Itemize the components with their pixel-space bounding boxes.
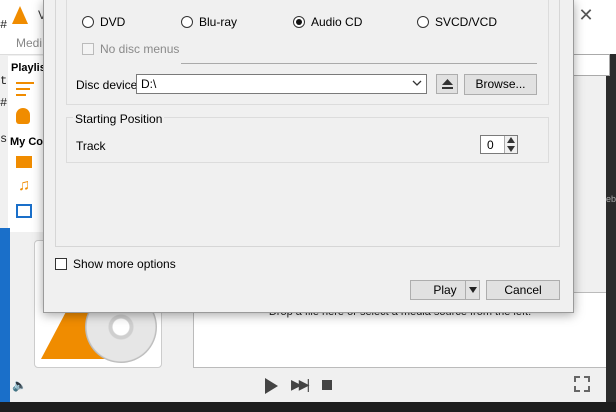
radio-circle[interactable] bbox=[181, 16, 193, 28]
vlc-logo-icon bbox=[12, 6, 28, 24]
separator-line bbox=[181, 63, 537, 64]
radio-audio-cd[interactable]: Audio CD bbox=[293, 15, 362, 29]
main-close-icon[interactable]: ✕ bbox=[576, 5, 596, 25]
play-icon[interactable] bbox=[265, 378, 278, 394]
browse-button[interactable]: Browse... bbox=[464, 74, 537, 95]
music-icon[interactable]: ♫ bbox=[18, 178, 30, 194]
track-label: Track bbox=[76, 139, 106, 153]
no-disc-menus-label: No disc menus bbox=[100, 42, 180, 56]
media-library-icon[interactable] bbox=[16, 108, 30, 124]
next-icon[interactable]: ▶▶| bbox=[291, 376, 310, 393]
track-value: 0 bbox=[487, 138, 494, 152]
play-dropdown-button[interactable] bbox=[465, 280, 480, 300]
eject-button[interactable] bbox=[436, 74, 458, 94]
radio-svcd-label: SVCD/VCD bbox=[435, 15, 498, 29]
disc-device-value: D:\ bbox=[141, 77, 157, 91]
radio-dvd-label: DVD bbox=[100, 15, 126, 29]
radio-circle[interactable] bbox=[82, 16, 94, 28]
volume-icon[interactable]: 🔈 bbox=[12, 378, 27, 392]
radio-svcd-vcd[interactable]: SVCD/VCD bbox=[417, 15, 497, 29]
checkbox-box[interactable] bbox=[82, 43, 94, 55]
spin-up-icon[interactable] bbox=[507, 137, 515, 143]
fullscreen-icon[interactable] bbox=[574, 376, 590, 392]
videos-icon[interactable] bbox=[16, 154, 32, 170]
radio-audio-cd-label: Audio CD bbox=[311, 15, 363, 29]
show-more-options-label: Show more options bbox=[73, 257, 176, 271]
radio-dvd[interactable]: DVD bbox=[82, 15, 125, 29]
stop-icon[interactable] bbox=[322, 380, 332, 390]
desktop-edge: eb bbox=[606, 54, 616, 402]
sidebar-playlist-label: Playlis bbox=[11, 62, 46, 74]
cancel-button[interactable]: Cancel bbox=[486, 280, 560, 300]
main-menu-media[interactable]: Medi bbox=[16, 36, 42, 50]
no-disc-menus-checkbox[interactable]: No disc menus bbox=[82, 42, 179, 56]
sidebar-my-computer-label: My Co bbox=[10, 136, 43, 148]
eject-icon bbox=[442, 79, 453, 89]
show-more-options-checkbox[interactable]: Show more options bbox=[55, 257, 176, 271]
disc-device-label: Disc device bbox=[76, 78, 138, 92]
chevron-down-icon[interactable] bbox=[412, 78, 422, 88]
playback-controls: 🔈 ▶▶| bbox=[0, 368, 616, 402]
bottom-edge bbox=[0, 402, 616, 412]
disc-device-select[interactable]: D:\ bbox=[136, 74, 427, 94]
radio-circle[interactable] bbox=[417, 16, 429, 28]
radio-bluray-label: Blu-ray bbox=[199, 15, 238, 29]
edge-char: # bbox=[0, 18, 8, 32]
playlist-sidebar: Playlis My Co ♫ bbox=[8, 56, 46, 232]
radio-circle-selected[interactable] bbox=[293, 16, 305, 28]
track-spinbox[interactable]: 0 bbox=[480, 135, 518, 154]
spin-arrows[interactable] bbox=[504, 136, 517, 153]
edge-text: eb bbox=[606, 194, 616, 204]
starting-position-legend: Starting Position bbox=[73, 112, 165, 126]
chevron-down-icon bbox=[469, 287, 477, 293]
pictures-icon[interactable] bbox=[16, 204, 32, 218]
taskbar-edge bbox=[0, 228, 10, 402]
checkbox-box[interactable] bbox=[55, 258, 67, 270]
spin-down-icon[interactable] bbox=[507, 146, 515, 152]
radio-bluray[interactable]: Blu-ray bbox=[181, 15, 237, 29]
playlist-icon[interactable] bbox=[16, 82, 34, 96]
